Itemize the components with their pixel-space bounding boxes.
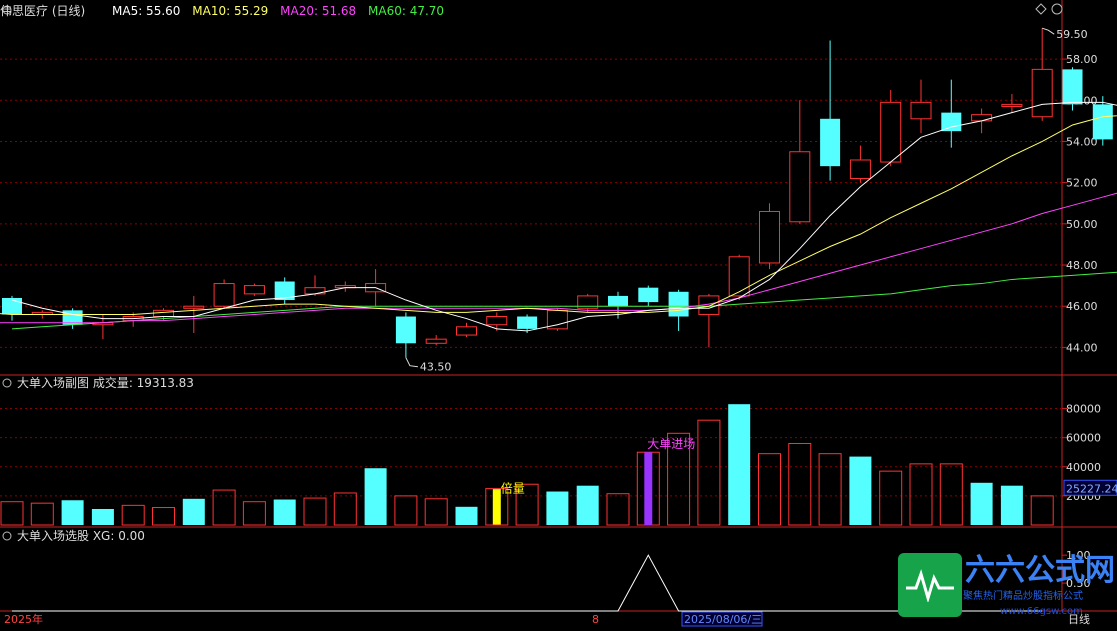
volume-bar — [61, 500, 84, 525]
volume-bar — [728, 404, 751, 525]
volume-bar — [849, 456, 872, 525]
current-volume-label: 25227.24 — [1066, 482, 1117, 495]
candle-body — [638, 287, 659, 303]
candle-body — [456, 326, 477, 336]
candle-body — [759, 210, 780, 264]
candle-body — [243, 285, 265, 295]
candle-body — [941, 112, 962, 132]
candle-body — [820, 118, 841, 167]
stock-chart-window: 44.0046.0048.0050.0052.0054.0056.0058.00… — [0, 0, 1117, 627]
volume-bar — [1000, 485, 1023, 525]
candle-body — [668, 291, 689, 317]
price-tick-label: 44.00 — [1066, 341, 1098, 354]
candle-body — [608, 295, 628, 307]
volume-bar — [273, 499, 296, 525]
candle-body — [728, 256, 750, 297]
candle-body — [517, 316, 538, 329]
high-label: 59.50 — [1056, 28, 1088, 41]
ma10-legend: MA10: 55.29 — [192, 4, 268, 18]
volume-double-bar — [492, 488, 501, 525]
price-tick-label: 54.00 — [1066, 135, 1098, 148]
candle-body — [425, 338, 447, 344]
price-tick-label: 46.00 — [1066, 300, 1098, 313]
ma5-legend: MA5: 55.60 — [112, 4, 180, 18]
ma60-legend: MA60: 47.70 — [368, 4, 444, 18]
stock-title-text: 伟思医疗 (日线) — [0, 4, 85, 18]
candle-body — [910, 101, 932, 120]
volume-header: 大单入场副图 成交量: 19313.83 — [2, 375, 194, 390]
volume-bar — [455, 506, 478, 525]
volume-bar — [546, 491, 569, 525]
candle-body — [1031, 68, 1053, 118]
watermark-subtitle: 聚焦热门精品炒股指标公式 — [963, 591, 1083, 602]
low-label: 43.50 — [420, 361, 452, 374]
candle-body — [971, 114, 993, 122]
chart-canvas[interactable]: 44.0046.0048.0050.0052.0054.0056.0058.00… — [0, 0, 1117, 627]
xg-title: 大单入场选股 XG: 0.00 — [17, 529, 145, 543]
price-tick-label: 52.00 — [1066, 177, 1098, 190]
price-tick-label: 58.00 — [1066, 53, 1098, 66]
candle-body — [183, 305, 205, 309]
logo-wave-icon — [906, 569, 954, 602]
x-label-month: 8 — [592, 613, 599, 626]
candle-body — [153, 309, 174, 318]
price-tick-label: 50.00 — [1066, 218, 1098, 231]
candle-body — [486, 316, 508, 326]
candle-body — [880, 101, 902, 163]
x-label-date: 2025/08/06/三 — [684, 613, 762, 626]
watermark-title: 六六公式网 — [965, 553, 1115, 588]
candle — [1062, 67, 1083, 111]
candle-body — [395, 316, 416, 344]
volume-tick-label: 40000 — [1066, 461, 1101, 474]
candle-body — [1001, 103, 1023, 107]
volume-tick-label: 60000 — [1066, 432, 1101, 445]
ma20-legend: MA20: 51.68 — [280, 4, 356, 18]
volume-tick-label: 80000 — [1066, 403, 1101, 416]
x-label-year: 2025年 — [4, 612, 43, 626]
candle — [546, 308, 568, 331]
stock-name: 伟思医疗 — [0, 4, 48, 18]
volume-bar — [364, 468, 387, 525]
volume-title: 大单入场副图 成交量: 19313.83 — [17, 375, 194, 390]
volume-big-order-bar — [644, 452, 653, 525]
candle-body — [1062, 69, 1083, 105]
stock-period: (日线) — [52, 4, 85, 18]
price-tick-label: 48.00 — [1066, 259, 1098, 272]
volume-bar — [970, 482, 993, 525]
candle-body — [789, 151, 811, 223]
volume-bar — [576, 485, 599, 525]
candle-body — [849, 159, 871, 180]
candle — [213, 279, 235, 309]
volume-bar — [182, 498, 205, 525]
watermark-url: www.66gsw.com — [1000, 606, 1083, 617]
xg-header: 大单入场选股 XG: 0.00 — [2, 529, 145, 543]
candle-body — [213, 283, 235, 307]
annotation-big-order: 大单进场 — [647, 437, 695, 451]
volume-bar — [91, 508, 114, 525]
candle — [759, 203, 780, 270]
annotation-double-volume: 倍量 — [501, 481, 525, 496]
candle-body — [1092, 104, 1113, 140]
candle — [243, 283, 265, 296]
